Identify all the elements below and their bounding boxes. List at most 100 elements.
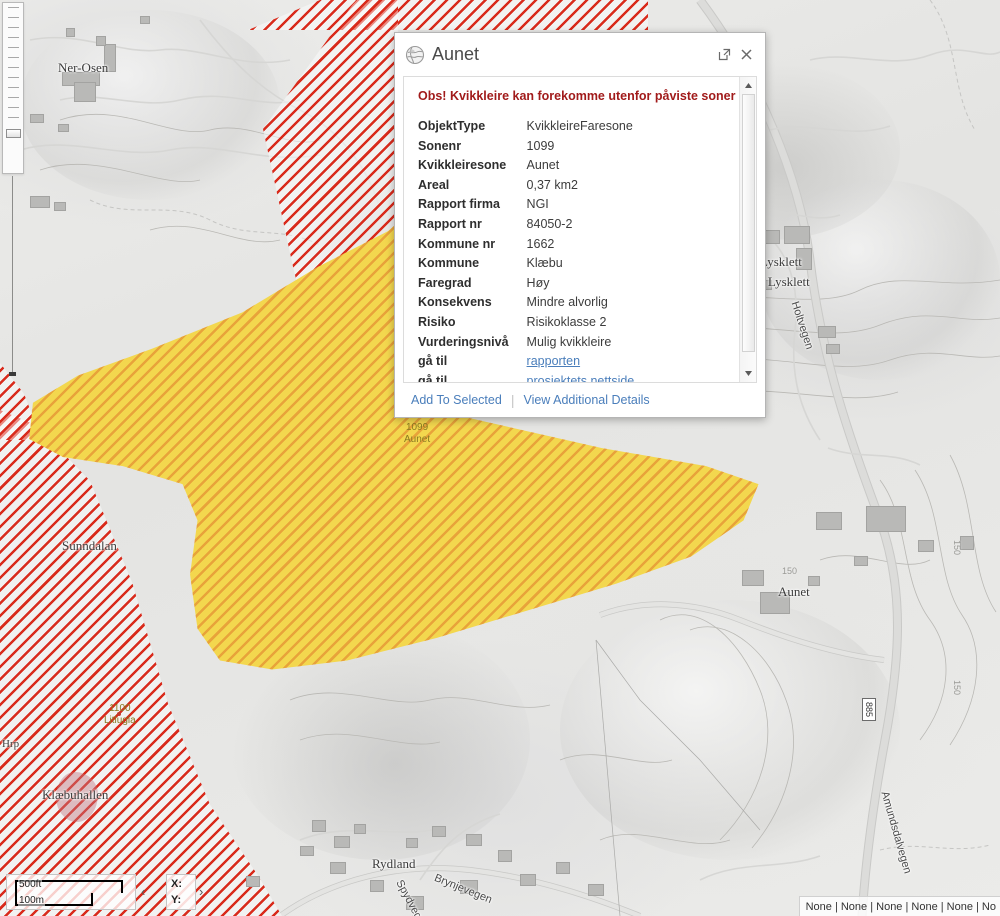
zoom-tick[interactable] [7, 7, 19, 8]
building [406, 896, 424, 910]
attribute-key: Areal [418, 177, 450, 192]
building [556, 862, 570, 874]
scroll-up-arrow-icon[interactable] [742, 79, 755, 92]
building [58, 124, 69, 132]
attribute-value: 1662 [526, 236, 555, 251]
attribute-table: ObjektType KvikkleireFaresone Sonenr 1099 Kv… [418, 119, 634, 382]
attribute-key: Vurderingsnivå [418, 334, 509, 349]
attribute-row: Faregrad Høy [418, 276, 634, 296]
attribute-value: Klæbu [526, 256, 563, 271]
view-additional-details-link[interactable]: View Additional Details [523, 393, 649, 407]
attribute-value-link[interactable]: rapporten [527, 354, 581, 368]
building [330, 862, 346, 874]
attribute-row: Kommune nr 1662 [418, 237, 634, 257]
zoom-tick[interactable] [7, 87, 19, 88]
zoom-tick[interactable] [7, 77, 19, 78]
attribute-key: Rapport firma [418, 197, 500, 212]
building [312, 820, 326, 832]
scroll-down-arrow-icon[interactable] [742, 367, 755, 380]
attribute-key: gå til [418, 373, 448, 382]
coordinate-y-label: Y: [171, 893, 182, 906]
map-application: Ner-Osen Sunndalan Klæbuhallen Hrp Lysklett ø… [0, 0, 1000, 916]
popup-title: Aunet [432, 44, 480, 64]
attribute-key: Sonenr [418, 138, 462, 153]
attribute-value: Risikoklasse 2 [526, 314, 607, 329]
attribute-value[interactable]: rapporten [527, 354, 635, 374]
attribute-row: Konsekvens Mindre alvorlig [418, 295, 634, 315]
popup-body: Obs! Kvikkleire kan forekomme utenfor på… [404, 77, 739, 382]
zoom-slider-handle[interactable] [5, 129, 21, 138]
attribute-row: Risiko Risikoklasse 2 [418, 315, 634, 335]
attribute-row: Kvikkleiresone Aunet [418, 158, 634, 178]
building [742, 570, 764, 586]
zoom-tick[interactable] [7, 57, 19, 58]
building [816, 512, 842, 530]
attribute-value[interactable]: prosjektets nettside [527, 374, 635, 382]
footer-divider: | [510, 392, 515, 408]
attribute-key: gå til [418, 354, 448, 369]
building [826, 344, 840, 354]
building [140, 16, 150, 24]
zoom-slider-rail-knob[interactable] [9, 372, 16, 376]
building [66, 28, 75, 37]
building [466, 834, 482, 846]
building [796, 248, 812, 270]
popup-footer: Add To Selected | View Additional Detail… [395, 383, 765, 417]
attribute-key: Faregrad [418, 275, 472, 290]
close-icon[interactable] [735, 44, 757, 66]
scrollbar-thumb[interactable] [741, 94, 755, 352]
zoom-tick[interactable] [7, 107, 19, 108]
map-poi-dot [117, 712, 121, 716]
building [760, 592, 790, 614]
building [784, 226, 810, 244]
zoom-tick[interactable] [7, 97, 19, 98]
route-shield: 885 [862, 698, 876, 722]
attribute-value: NGI [526, 197, 549, 212]
building [918, 540, 934, 552]
attribute-row: Areal 0,37 km2 [418, 178, 634, 198]
zoom-tick[interactable] [7, 37, 19, 38]
building [30, 196, 50, 208]
popup-body-wrap: Obs! Kvikkleire kan forekomme utenfor på… [403, 76, 757, 383]
zoom-tick[interactable] [7, 17, 19, 18]
scrollbar-track[interactable] [741, 94, 755, 365]
chevron-left-icon[interactable]: ‹ [141, 884, 145, 899]
chevron-right-icon[interactable]: › [199, 884, 203, 899]
attribute-key: Risiko [418, 314, 456, 329]
globe-icon [405, 45, 425, 64]
scale-bar: 500ft 100m [6, 874, 136, 910]
scale-label-imperial: 500ft [18, 879, 43, 890]
attribute-value: Høy [526, 275, 550, 290]
zoom-tick[interactable] [7, 67, 19, 68]
zoom-tick[interactable] [7, 117, 19, 118]
building [30, 114, 44, 123]
building [104, 44, 116, 72]
attribute-row: gå til rapporten [418, 354, 634, 374]
attribute-row: ObjektType KvikkleireFaresone [418, 119, 634, 139]
popup-scrollbar[interactable] [739, 77, 756, 382]
feature-info-popup: Aunet Obs! Kvikkleire kan forekomme uten… [394, 32, 766, 418]
coordinate-x-label: X: [171, 878, 182, 890]
attribute-value: Mulig kvikkleire [526, 334, 612, 349]
attribute-value: KvikkleireFaresone [526, 119, 633, 133]
warning-text: Obs! Kvikkleire kan forekomme utenfor på… [418, 89, 736, 103]
coordinate-readout[interactable]: X: Y: [166, 874, 196, 910]
attribute-value: Mindre alvorlig [526, 295, 608, 310]
building [866, 506, 906, 532]
building [406, 838, 418, 848]
zoom-tick[interactable] [7, 47, 19, 48]
attribute-value-link[interactable]: prosjektets nettside [527, 374, 635, 382]
zoom-tick[interactable] [7, 27, 19, 28]
attribute-key: Kommune nr [418, 236, 496, 251]
attribute-key: ObjektType [418, 119, 486, 133]
attribute-value: 1099 [526, 138, 555, 153]
zoom-slider-rail [12, 176, 13, 376]
attribute-value: 0,37 km2 [526, 177, 578, 192]
building [300, 846, 314, 856]
pop-out-icon[interactable] [713, 44, 735, 66]
add-to-selected-link[interactable]: Add To Selected [411, 393, 502, 407]
status-bar-text: None | None | None | None | None | No [805, 900, 996, 913]
zoom-slider[interactable] [2, 2, 24, 174]
building [74, 82, 96, 102]
attribute-key: Rapport nr [418, 216, 482, 231]
